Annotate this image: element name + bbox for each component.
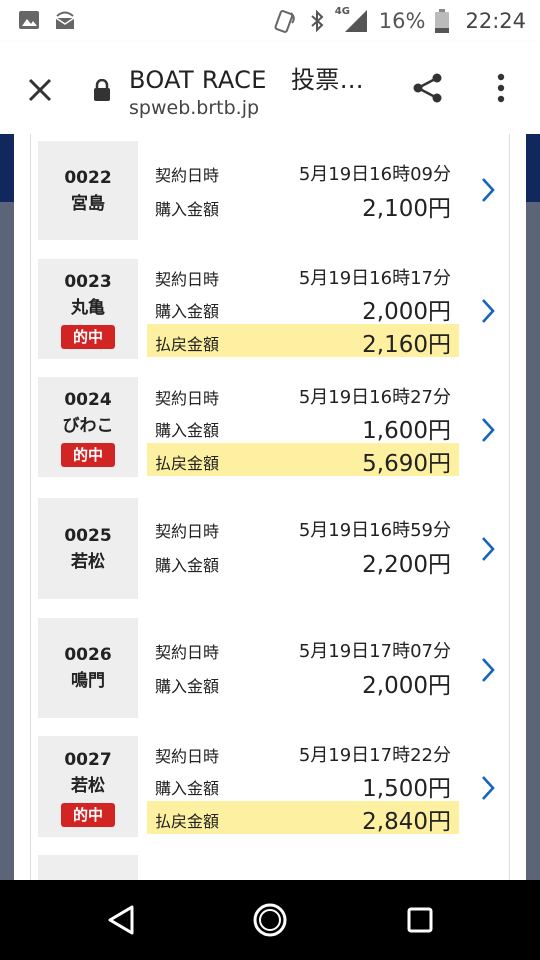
contract-datetime-label: 契約日時 — [155, 522, 220, 541]
custom-tab-toolbar: BOAT RACE 投票… spweb.brtb.jp — [0, 42, 540, 134]
hit-badge: 的中 — [60, 443, 115, 467]
ticket-row-0023[interactable]: 0023 丸亀 的中 契約日時 5月19日16時17分 購入金額 2,000円 … — [30, 252, 510, 371]
purchase-amount-label: 購入金額 — [155, 779, 220, 798]
image-notification-icon — [19, 11, 39, 29]
chevron-right-icon[interactable] — [479, 297, 497, 325]
payout-amount-label: 払戻金額 — [155, 812, 220, 831]
ticket-row-0027[interactable]: 0027 若松 的中 契約日時 5月19日17時22分 購入金額 1,500円 … — [30, 729, 510, 848]
purchase-amount: 1,600円 — [362, 418, 451, 444]
chevron-right-icon[interactable] — [479, 656, 497, 684]
purchase-amount: 2,200円 — [362, 552, 451, 578]
payout-amount-label: 払戻金額 — [155, 454, 220, 473]
contract-datetime-label: 契約日時 — [155, 270, 220, 289]
venue-box: 0027 若松 的中 — [38, 736, 138, 837]
contract-datetime-label: 契約日時 — [155, 389, 220, 408]
more-vert-icon[interactable] — [490, 70, 512, 106]
payout-amount-label: 払戻金額 — [155, 335, 220, 354]
contract-datetime: 5月19日17時07分 — [298, 641, 451, 662]
race-code: 0025 — [64, 525, 112, 546]
page-header-strip-right — [526, 134, 540, 202]
purchase-amount: 2,000円 — [362, 673, 451, 699]
battery-percent: 16% — [378, 9, 426, 33]
chevron-right-icon[interactable] — [479, 416, 497, 444]
status-bar: 4G 16% 22:24 — [0, 0, 540, 42]
venue-box — [38, 855, 138, 880]
race-code: 0022 — [64, 167, 112, 188]
lock-icon — [94, 79, 110, 101]
hit-badge: 的中 — [60, 325, 115, 349]
payout-amount: 5,690円 — [362, 451, 451, 477]
purchase-amount-label: 購入金額 — [155, 677, 220, 696]
venue-box: 0023 丸亀 的中 — [38, 259, 138, 359]
venue-name: 鳴門 — [71, 671, 105, 691]
contract-datetime: 5月19日16時59分 — [298, 520, 451, 541]
contract-datetime-label: 契約日時 — [155, 643, 220, 662]
race-code: 0026 — [64, 645, 112, 665]
page-header-strip — [0, 134, 14, 202]
race-code: 0024 — [64, 390, 112, 410]
chevron-right-icon[interactable] — [479, 535, 497, 563]
contract-datetime: 5月19日16時17分 — [298, 268, 451, 289]
ticket-row-0025[interactable]: 0025 若松 契約日時 5月19日16時59分 購入金額 2,200円 — [30, 489, 510, 610]
close-icon[interactable] — [22, 72, 58, 108]
home-icon[interactable] — [252, 902, 288, 938]
venue-name: 宮島 — [71, 193, 105, 214]
ticket-row-0024[interactable]: 0024 びわこ 的中 契約日時 5月19日16時27分 購入金額 1,600円… — [30, 370, 510, 490]
nfc-icon — [274, 10, 295, 33]
purchase-amount: 1,500円 — [362, 776, 451, 802]
recent-apps-icon[interactable] — [406, 906, 434, 934]
battery-icon — [435, 9, 450, 33]
venue-name: 若松 — [71, 775, 105, 796]
ticket-row-partial[interactable] — [30, 847, 510, 880]
purchase-amount-label: 購入金額 — [155, 556, 220, 575]
payout-amount: 2,160円 — [362, 332, 451, 358]
venue-box: 0022 宮島 — [38, 141, 138, 240]
purchase-amount: 2,000円 — [362, 299, 451, 325]
ticket-row-0026[interactable]: 0026 鳴門 契約日時 5月19日17時07分 購入金額 2,000円 — [30, 609, 510, 730]
venue-name: 若松 — [71, 551, 105, 572]
race-code: 0027 — [64, 749, 112, 770]
purchase-amount-label: 購入金額 — [155, 421, 220, 440]
bluetooth-icon — [311, 9, 324, 33]
venue-box: 0026 鳴門 — [38, 618, 138, 718]
mail-notification-icon — [55, 11, 75, 29]
payout-amount: 2,840円 — [362, 809, 451, 835]
venue-box: 0025 若松 — [38, 498, 138, 599]
clock: 22:24 — [465, 9, 526, 33]
race-code: 0023 — [64, 272, 112, 292]
venue-name: 丸亀 — [71, 298, 105, 318]
ticket-history-panel: 0022 宮島 契約日時 5月19日16時09分 購入金額 2,100円 002… — [14, 134, 526, 880]
page-url: spweb.brtb.jp — [129, 97, 260, 119]
venue-name: びわこ — [62, 416, 114, 436]
contract-datetime-label: 契約日時 — [155, 166, 220, 185]
chevron-right-icon[interactable] — [479, 176, 497, 204]
ticket-row-0022[interactable]: 0022 宮島 契約日時 5月19日16時09分 購入金額 2,100円 — [30, 134, 510, 253]
back-icon[interactable] — [106, 904, 136, 936]
venue-box: 0024 びわこ 的中 — [38, 377, 138, 477]
page-title: BOAT RACE 投票… — [129, 66, 364, 94]
chevron-right-icon[interactable] — [479, 774, 497, 802]
contract-datetime: 5月19日16時09分 — [298, 164, 451, 185]
purchase-amount-label: 購入金額 — [155, 200, 220, 219]
contract-datetime-label: 契約日時 — [155, 747, 220, 766]
purchase-amount: 2,100円 — [362, 196, 451, 222]
contract-datetime: 5月19日16時27分 — [298, 387, 451, 408]
purchase-amount-label: 購入金額 — [155, 302, 220, 321]
share-icon[interactable] — [410, 70, 446, 106]
signal-icon: 4G — [335, 6, 369, 34]
contract-datetime: 5月19日17時22分 — [298, 745, 451, 766]
hit-badge: 的中 — [60, 802, 115, 827]
